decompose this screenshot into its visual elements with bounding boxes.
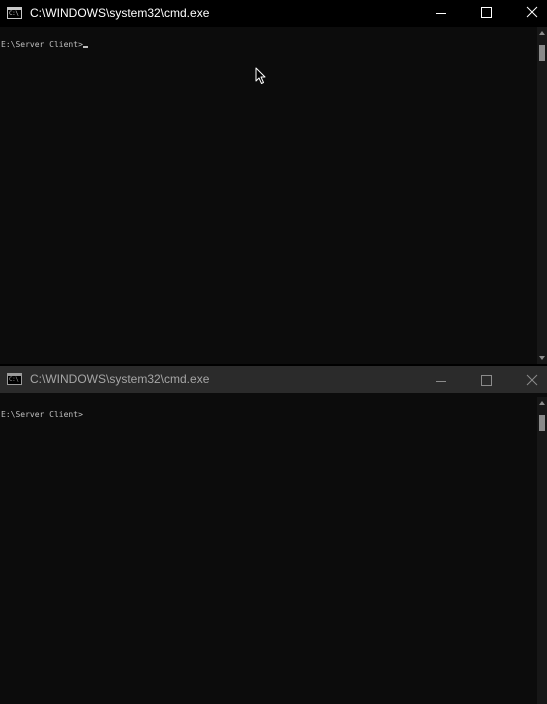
vertical-scrollbar[interactable] [537,27,547,364]
console-app-icon[interactable]: C:\ [7,373,22,385]
window-title: C:\WINDOWS\system32\cmd.exe [30,6,210,20]
minimize-icon [436,13,446,14]
maximize-button[interactable] [464,366,510,393]
console-output[interactable]: E:\Server Client> [0,27,537,364]
console-output[interactable]: E:\Server Client> [0,397,537,704]
scroll-down-arrow-icon[interactable] [539,355,545,361]
command-prompt-line: E:\Server Client> [1,410,83,420]
cmd-window-bottom[interactable]: C:\ C:\WINDOWS\system32\cmd.exe E:\Serve… [0,366,547,704]
scroll-up-arrow-icon[interactable] [539,30,545,36]
console-app-icon-glyph: C:\ [9,10,19,17]
arrow-cursor-icon [255,67,266,84]
console-app-icon-glyph: C:\ [9,376,19,383]
cmd-window-top[interactable]: C:\ C:\WINDOWS\system32\cmd.exe E:\Serve… [0,0,547,364]
close-button[interactable] [510,0,547,27]
console-app-icon[interactable]: C:\ [7,7,22,19]
scroll-up-arrow-icon[interactable] [539,400,545,406]
close-icon [526,6,538,18]
minimize-button[interactable] [418,366,464,393]
minimize-icon [436,381,446,382]
scrollbar-thumb[interactable] [539,45,545,61]
close-icon [526,374,538,386]
scrollbar-thumb[interactable] [539,415,545,431]
titlebar[interactable]: C:\ C:\WINDOWS\system32\cmd.exe [0,0,547,27]
text-cursor [82,46,88,48]
window-title: C:\WINDOWS\system32\cmd.exe [30,372,210,386]
titlebar[interactable]: C:\ C:\WINDOWS\system32\cmd.exe [0,366,547,393]
maximize-icon [481,375,492,386]
close-button[interactable] [510,366,547,393]
command-prompt-line: E:\Server Client> [1,40,88,50]
maximize-icon [481,7,492,18]
prompt-text: E:\Server Client> [1,40,83,49]
minimize-button[interactable] [418,0,464,27]
vertical-scrollbar[interactable] [537,397,547,704]
prompt-text: E:\Server Client> [1,410,83,419]
maximize-button[interactable] [464,0,510,27]
